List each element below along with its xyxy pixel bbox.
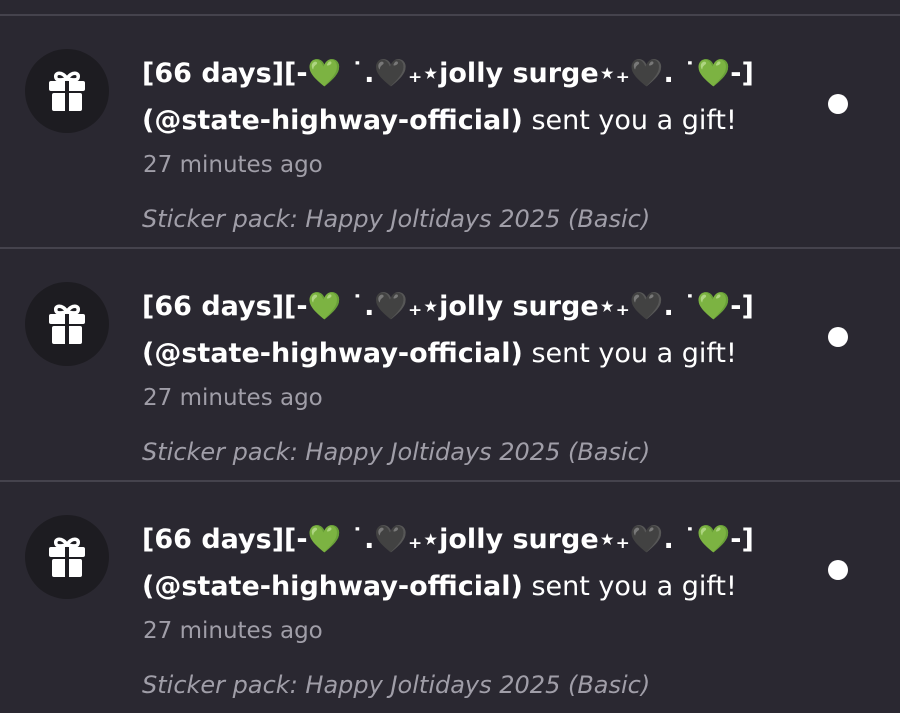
notification-title: [66 days][-💚 ˙.🖤₊⋆jolly surge⋆₊🖤. ˙💚-] (… — [142, 516, 822, 610]
sender-display-name[interactable]: [66 days][-💚 ˙.🖤₊⋆jolly surge⋆₊🖤. ˙💚-] — [142, 58, 754, 89]
notification-avatar — [25, 282, 109, 366]
notification-timestamp: 27 minutes ago — [143, 618, 323, 644]
notification-timestamp: 27 minutes ago — [143, 152, 323, 178]
notification-avatar — [25, 49, 109, 133]
notification-title: [66 days][-💚 ˙.🖤₊⋆jolly surge⋆₊🖤. ˙💚-] (… — [142, 50, 822, 144]
gift-icon — [49, 71, 85, 111]
notification-message: sent you a gift! — [522, 571, 737, 602]
sender-handle[interactable]: (@state-highway-official) — [142, 571, 523, 602]
notification-message: sent you a gift! — [522, 338, 737, 369]
notification-feed: [66 days][-💚 ˙.🖤₊⋆jolly surge⋆₊🖤. ˙💚-] (… — [0, 0, 900, 713]
notification-avatar — [25, 515, 109, 599]
gift-icon — [49, 304, 85, 344]
sender-handle[interactable]: (@state-highway-official) — [142, 338, 523, 369]
notification-item[interactable]: [66 days][-💚 ˙.🖤₊⋆jolly surge⋆₊🖤. ˙💚-] (… — [0, 16, 900, 248]
notification-title: [66 days][-💚 ˙.🖤₊⋆jolly surge⋆₊🖤. ˙💚-] (… — [142, 283, 822, 377]
unread-dot — [828, 327, 848, 347]
gift-icon — [49, 537, 85, 577]
notification-item[interactable]: [66 days][-💚 ˙.🖤₊⋆jolly surge⋆₊🖤. ˙💚-] (… — [0, 482, 900, 713]
notification-detail: Sticker pack: Happy Joltidays 2025 (Basi… — [142, 438, 651, 466]
sender-display-name[interactable]: [66 days][-💚 ˙.🖤₊⋆jolly surge⋆₊🖤. ˙💚-] — [142, 524, 754, 555]
notification-detail: Sticker pack: Happy Joltidays 2025 (Basi… — [142, 671, 651, 699]
notification-message: sent you a gift! — [522, 105, 737, 136]
notification-item[interactable]: [66 days][-💚 ˙.🖤₊⋆jolly surge⋆₊🖤. ˙💚-] (… — [0, 249, 900, 481]
unread-dot — [828, 94, 848, 114]
notification-detail: Sticker pack: Happy Joltidays 2025 (Basi… — [142, 205, 651, 233]
notification-timestamp: 27 minutes ago — [143, 385, 323, 411]
unread-dot — [828, 560, 848, 580]
sender-display-name[interactable]: [66 days][-💚 ˙.🖤₊⋆jolly surge⋆₊🖤. ˙💚-] — [142, 291, 754, 322]
sender-handle[interactable]: (@state-highway-official) — [142, 105, 523, 136]
